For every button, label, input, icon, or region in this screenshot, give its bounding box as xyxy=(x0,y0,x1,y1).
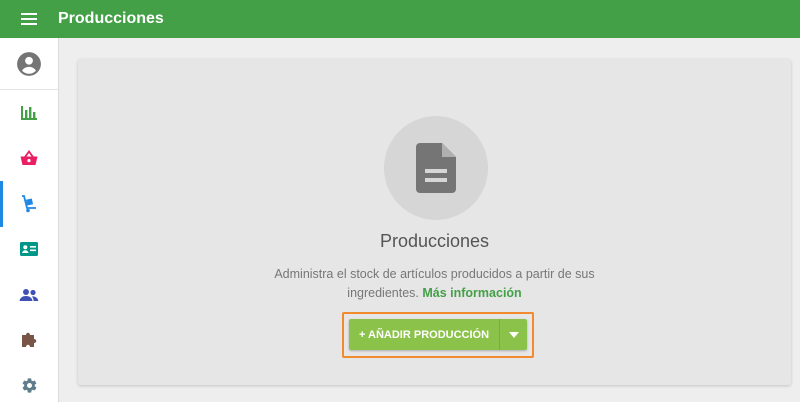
main-content: Producciones Administra el stock de artí… xyxy=(59,38,800,402)
empty-state-card: Producciones Administra el stock de artí… xyxy=(78,59,791,385)
more-info-link[interactable]: Más información xyxy=(422,286,521,300)
app-header: Producciones xyxy=(0,0,800,38)
sidebar-item-sales[interactable] xyxy=(0,136,58,182)
empty-state-title: Producciones xyxy=(379,231,490,251)
empty-state-description: Administra el stock de artículos produci… xyxy=(274,265,595,303)
menu-button[interactable] xyxy=(0,0,58,38)
basket-icon xyxy=(20,150,38,166)
empty-state-illustration xyxy=(384,116,488,220)
add-production-button[interactable]: + AÑADIR PRODUCCIÓN xyxy=(349,319,499,350)
account-circle-icon xyxy=(17,51,41,76)
sidebar-item-productions[interactable] xyxy=(0,181,58,227)
sidebar-item-integrations[interactable] xyxy=(0,318,58,364)
gear-icon xyxy=(22,378,36,393)
hand-truck-icon xyxy=(22,194,36,213)
add-production-dropdown-button[interactable] xyxy=(499,319,527,350)
sidebar xyxy=(0,38,59,402)
sidebar-item-users[interactable] xyxy=(0,272,58,318)
people-icon xyxy=(19,288,39,301)
contact-card-icon xyxy=(20,242,38,257)
sidebar-item-contacts[interactable] xyxy=(0,227,58,273)
puzzle-icon xyxy=(22,333,37,348)
sidebar-item-settings[interactable] xyxy=(0,363,58,402)
sidebar-item-reports[interactable] xyxy=(0,90,58,136)
add-production-split-button: + AÑADIR PRODUCCIÓN xyxy=(349,319,527,350)
caret-down-icon xyxy=(508,331,519,338)
add-production-highlight: + AÑADIR PRODUCCIÓN xyxy=(342,312,534,358)
document-icon xyxy=(416,143,456,193)
sidebar-item-user-avatar[interactable] xyxy=(0,38,58,90)
bar-chart-icon xyxy=(21,105,37,120)
page-title: Producciones xyxy=(58,10,164,27)
menu-icon xyxy=(21,13,37,25)
